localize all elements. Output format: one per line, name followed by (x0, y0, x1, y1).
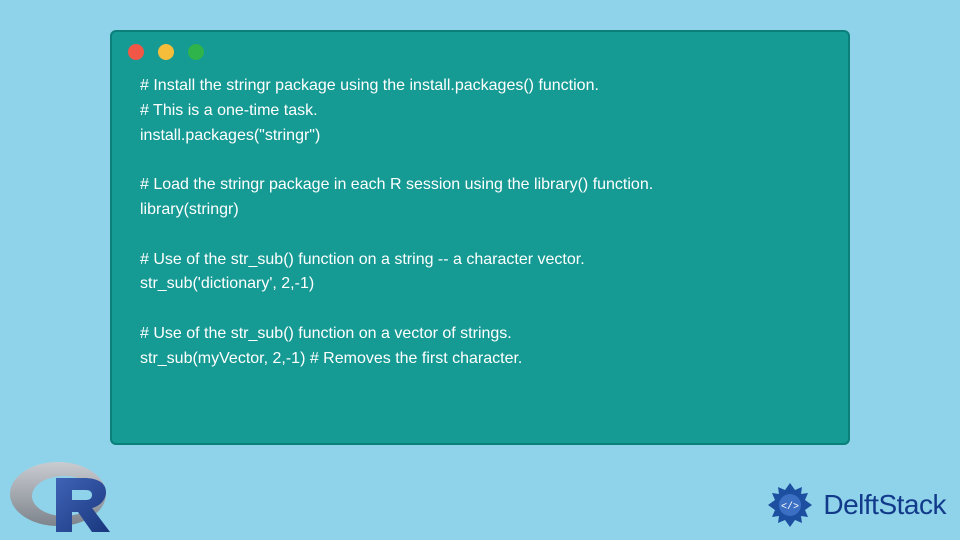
close-icon (128, 44, 144, 60)
maximize-icon (188, 44, 204, 60)
brand-name: DelftStack (823, 489, 946, 521)
minimize-icon (158, 44, 174, 60)
delftstack-brand: </> DelftStack (765, 480, 946, 530)
code-card: # Install the stringr package using the … (110, 30, 850, 445)
svg-text:</>: </> (781, 501, 799, 513)
code-block: # Install the stringr package using the … (112, 68, 848, 372)
delftstack-logo-icon: </> (765, 480, 815, 530)
r-language-logo-icon (6, 456, 116, 536)
stage: # Install the stringr package using the … (0, 0, 960, 540)
window-controls (112, 32, 848, 68)
